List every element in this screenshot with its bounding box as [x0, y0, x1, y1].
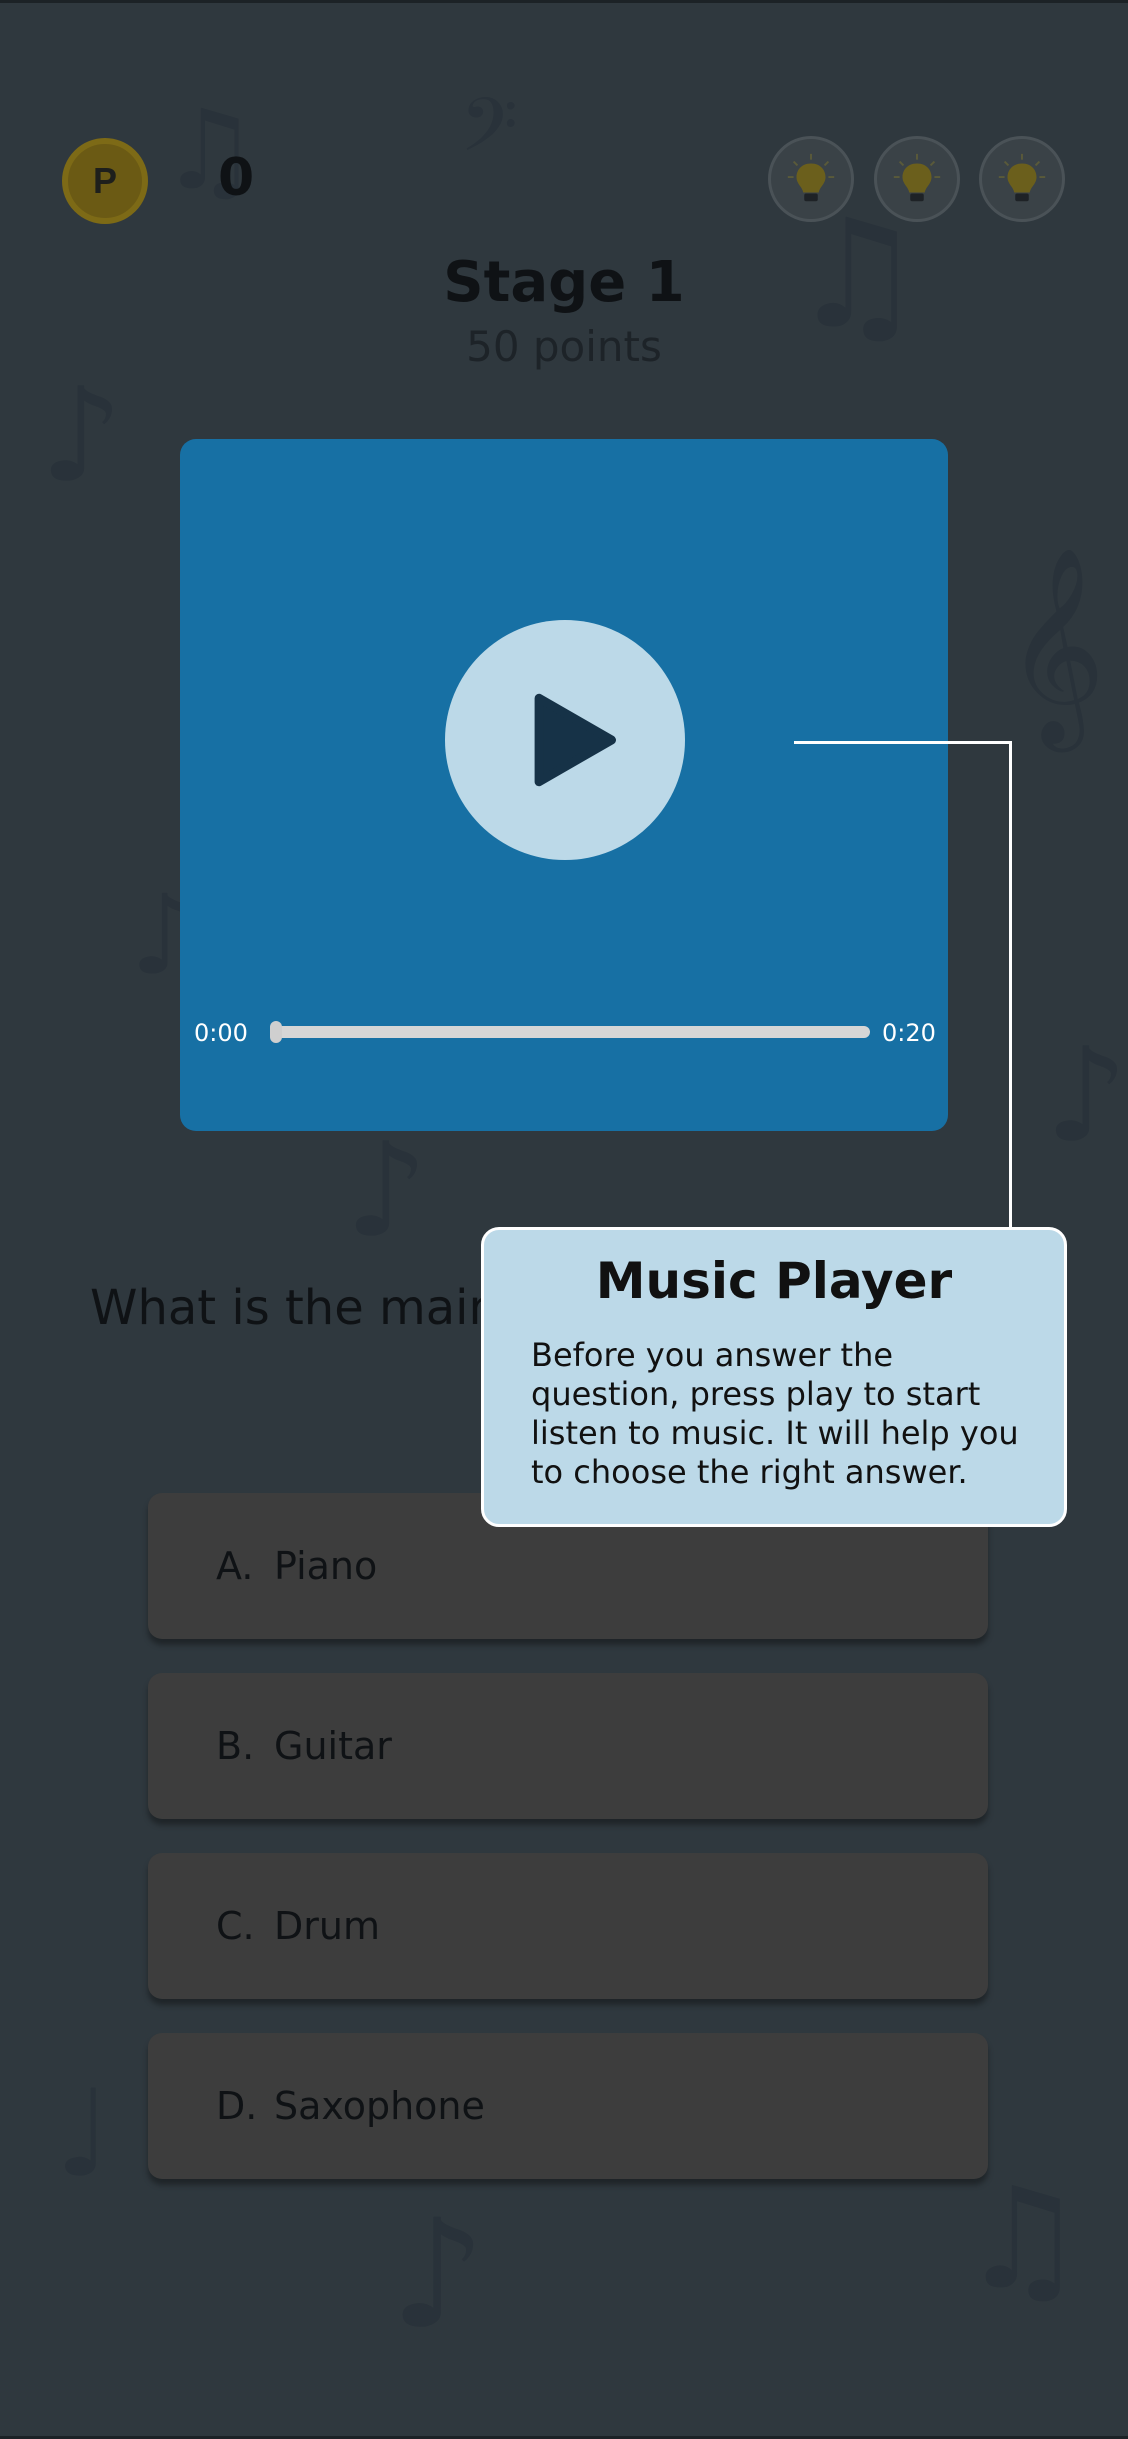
answer-letter: D. [216, 2084, 258, 2128]
progress-slider[interactable] [270, 1021, 870, 1043]
lightbulb-icon [998, 153, 1046, 202]
hint-button-3[interactable] [979, 136, 1065, 222]
music-player: 0:00 0:20 [180, 439, 948, 1131]
answer-label: Piano [274, 1544, 378, 1588]
music-note-icon: ♩ [55, 2065, 112, 2204]
total-time: 0:20 [882, 1019, 936, 1047]
answer-option-c[interactable]: C. Drum [148, 1853, 988, 1999]
stage-title: Stage 1 [443, 250, 685, 315]
answer-label: Drum [274, 1904, 380, 1948]
question-text: What is the main [90, 1280, 499, 1336]
answer-option-d[interactable]: D. Saxophone [148, 2033, 988, 2179]
music-note-icon: ♪ [345, 1114, 428, 1266]
hint-button-1[interactable] [768, 136, 854, 222]
quiz-screen: ♫ 𝄢 ♫ ♪ 𝄞 ♪ ♪ ♪ ♩ ♪ ♫ P 0 Stage 1 50 poi… [0, 0, 1128, 2439]
music-note-icon: ♪ [390, 2188, 486, 2362]
bass-clef-icon: 𝄢 [460, 82, 518, 187]
answer-option-b[interactable]: B. Guitar [148, 1673, 988, 1819]
music-note-icon: ♪ [1045, 1019, 1128, 1171]
top-border [0, 0, 1128, 3]
tooltip-body: Before you answer the question, press pl… [531, 1336, 1019, 1491]
play-button[interactable] [445, 620, 685, 860]
answer-letter: A. [216, 1544, 254, 1588]
tooltip-connector [1009, 741, 1012, 1228]
tooltip-title: Music Player [595, 1252, 953, 1310]
hint-button-2[interactable] [874, 136, 960, 222]
progress-thumb[interactable] [270, 1021, 282, 1043]
music-player-tooltip[interactable]: Music Player Before you answer the quest… [481, 1227, 1067, 1527]
treble-clef-icon: 𝄞 [1005, 546, 1106, 744]
answer-label: Guitar [274, 1724, 392, 1768]
stage-points: 50 points [466, 322, 662, 371]
answer-label: Saxophone [274, 2084, 485, 2128]
tooltip-connector [794, 741, 1012, 744]
lightbulb-icon [787, 153, 835, 202]
answer-letter: B. [216, 1724, 255, 1768]
current-time: 0:00 [194, 1019, 248, 1047]
coin-icon: P [62, 138, 148, 224]
music-note-icon: ♪ [40, 359, 123, 511]
score-value: 0 [218, 148, 255, 208]
answer-letter: C. [216, 1904, 255, 1948]
music-note-icon: ♫ [960, 2158, 1086, 2321]
play-icon [534, 693, 616, 787]
lightbulb-icon [893, 153, 941, 202]
